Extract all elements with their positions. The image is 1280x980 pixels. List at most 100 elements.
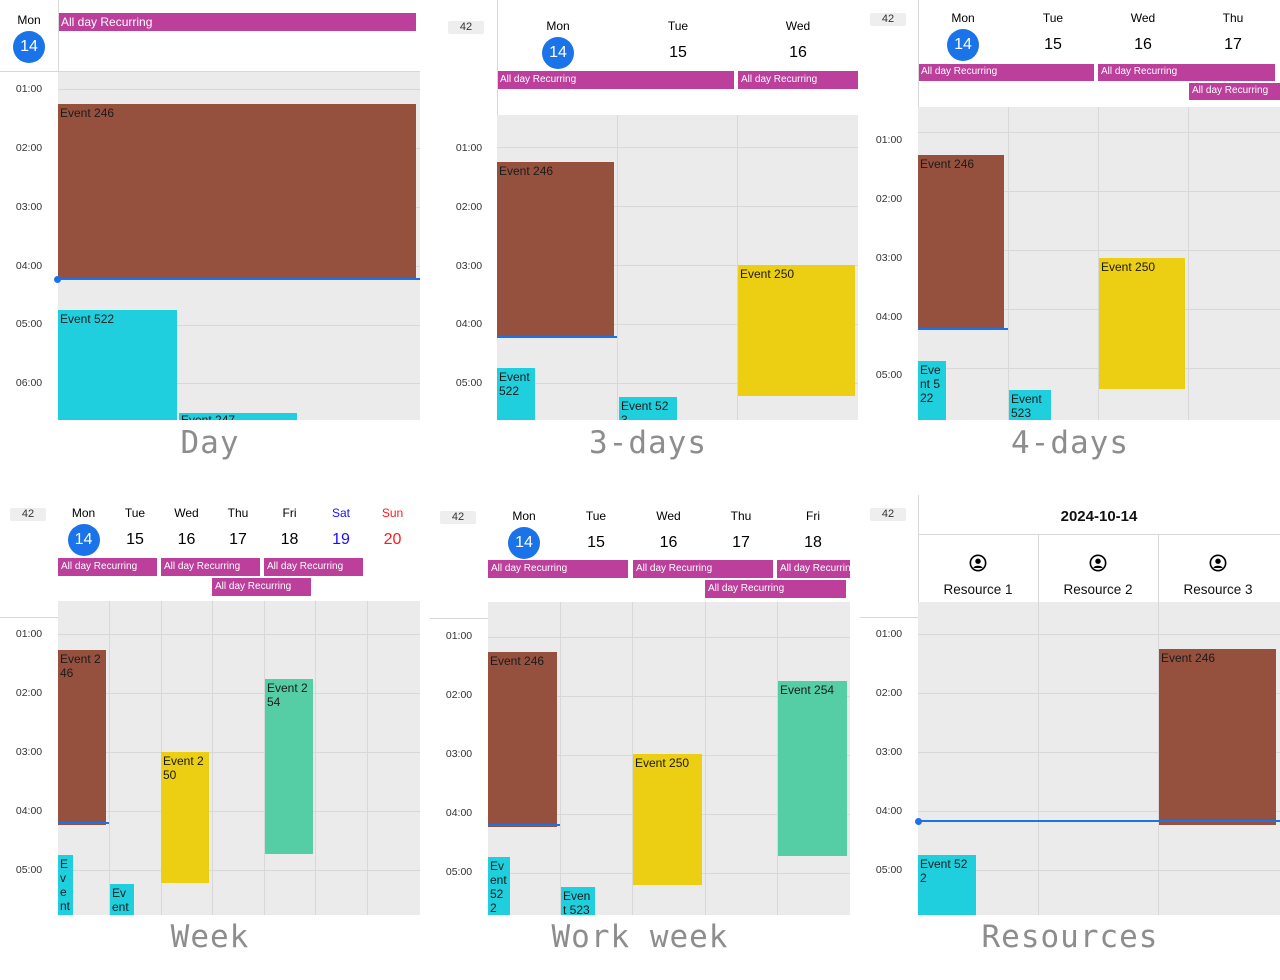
- day-name: Thu: [1222, 11, 1244, 25]
- all-day-event[interactable]: All day Recurring: [633, 560, 773, 578]
- day-name: Tue: [124, 506, 146, 520]
- header-divider: [497, 0, 498, 115]
- day-header-thu[interactable]: Thu 17: [705, 509, 777, 559]
- today-date-badge: 14: [13, 31, 45, 63]
- all-day-event[interactable]: All day Recurring: [738, 71, 858, 89]
- all-day-event[interactable]: All day Recurring: [1189, 83, 1280, 100]
- day-name: Wed: [656, 509, 681, 523]
- day-number: 17: [732, 534, 750, 551]
- day-header-sat[interactable]: Sat 19: [315, 506, 367, 556]
- day-header-tue[interactable]: Tue 15: [618, 19, 738, 69]
- day-header-mon[interactable]: Mon 14: [498, 19, 618, 69]
- all-day-event[interactable]: All day Recurring: [58, 13, 416, 31]
- all-day-event[interactable]: All day Recurring: [212, 578, 311, 596]
- day-header-fri[interactable]: Fri 18: [264, 506, 315, 556]
- day-header-fri[interactable]: Fri 18: [777, 509, 849, 559]
- event-254[interactable]: Event 254: [778, 681, 847, 856]
- day-header-mon[interactable]: Mon 14: [488, 509, 560, 559]
- event-522[interactable]: Event 522: [488, 857, 510, 915]
- time-label: 04:00: [875, 311, 903, 323]
- event-250[interactable]: Event 250: [633, 754, 702, 885]
- current-time-line: [918, 820, 1280, 822]
- time-label: 05:00: [15, 864, 43, 876]
- today-date-badge: 14: [67, 524, 100, 556]
- day-header-wed[interactable]: Wed 16: [161, 506, 212, 556]
- all-day-event[interactable]: All day Recurring: [705, 580, 846, 598]
- day-name: Wed: [785, 19, 811, 33]
- day-header-thu[interactable]: Thu 17: [1188, 11, 1278, 61]
- day-name: Sun: [381, 506, 404, 520]
- event-522[interactable]: Event 522: [918, 361, 946, 420]
- today-date-badge: 14: [542, 37, 574, 69]
- header-divider: [918, 0, 919, 122]
- time-label: 02:00: [455, 201, 483, 213]
- event-246[interactable]: Event 246: [488, 652, 557, 827]
- header-divider: [58, 0, 59, 72]
- day-header-mon[interactable]: Mon 14: [8, 13, 50, 63]
- day-header-thu[interactable]: Thu 17: [212, 506, 264, 556]
- current-time-line: [58, 278, 420, 280]
- event-246[interactable]: Event 246: [58, 650, 106, 825]
- event-246[interactable]: Event 246: [497, 162, 614, 338]
- all-day-event[interactable]: All day Recurring: [264, 558, 363, 576]
- resources-date-header: 2024-10-14: [1060, 508, 1138, 525]
- day-header-mon[interactable]: Mon 14: [918, 11, 1008, 61]
- time-label: 01:00: [15, 628, 43, 640]
- caption-day: Day: [180, 425, 240, 461]
- event-522[interactable]: Event 522: [918, 855, 976, 915]
- day-header-wed[interactable]: Wed 16: [1098, 11, 1188, 61]
- header-border: [918, 534, 1280, 535]
- event-250[interactable]: Event 250: [1099, 258, 1185, 389]
- all-day-event[interactable]: All day Recurring: [488, 560, 628, 578]
- time-grid[interactable]: [58, 601, 420, 915]
- event-522[interactable]: Event 522: [497, 368, 535, 420]
- day-name: Thu: [730, 509, 752, 523]
- event-523[interactable]: Event 523: [561, 887, 595, 915]
- day-header-mon[interactable]: Mon 14: [58, 506, 109, 556]
- work-week-view: 42 Mon 14 Tue 15 Wed 16 Thu 17 Fri 18 Al…: [430, 495, 850, 915]
- day-number: 15: [126, 531, 144, 548]
- event-523[interactable]: Event 523: [1009, 390, 1051, 420]
- week-number-badge: 42: [10, 508, 46, 521]
- today-date-badge: 14: [947, 29, 979, 61]
- all-day-event[interactable]: All day Recurring: [918, 64, 1094, 81]
- day-header-sun[interactable]: Sun 20: [367, 506, 418, 556]
- day-number: 15: [587, 534, 605, 551]
- day-header-wed[interactable]: Wed 16: [738, 19, 858, 69]
- event-246[interactable]: Event 246: [1159, 649, 1276, 825]
- day-name: Tue: [1042, 11, 1064, 25]
- day-name: Mon: [951, 11, 975, 25]
- caption-resources: Resources: [981, 919, 1159, 955]
- event-522[interactable]: Event 522: [58, 855, 73, 915]
- time-label: 02:00: [15, 142, 43, 154]
- day-header-tue[interactable]: Tue 15: [109, 506, 161, 556]
- event-522[interactable]: Event 522: [58, 310, 177, 420]
- resource-column-1[interactable]: Resource 1: [918, 554, 1038, 597]
- event-250[interactable]: Event 250: [161, 752, 209, 883]
- current-time-line: [488, 824, 560, 826]
- event-250[interactable]: Event 250: [738, 265, 855, 396]
- day-header-wed[interactable]: Wed 16: [632, 509, 705, 559]
- event-523[interactable]: Event 523: [110, 884, 134, 915]
- person-circle-icon: [969, 554, 987, 572]
- all-day-event[interactable]: All day Recurring: [58, 558, 157, 576]
- resource-column-2[interactable]: Resource 2: [1038, 554, 1158, 597]
- all-day-event[interactable]: All day Recurring: [777, 560, 850, 578]
- all-day-event[interactable]: All day Recurring: [1098, 64, 1275, 81]
- time-label: 05:00: [15, 318, 43, 330]
- event-246[interactable]: Event 246: [58, 104, 416, 280]
- time-label: 04:00: [875, 805, 903, 817]
- all-day-event[interactable]: All day Recurring: [497, 71, 734, 89]
- resource-column-3[interactable]: Resource 3: [1158, 554, 1278, 597]
- time-label: 01:00: [15, 83, 43, 95]
- four-days-view: 42 Mon 14 Tue 15 Wed 16 Thu 17 All day R…: [860, 0, 1280, 420]
- day-number: 18: [804, 534, 822, 551]
- day-name: Sat: [331, 506, 350, 520]
- day-header-tue[interactable]: Tue 15: [560, 509, 632, 559]
- event-254[interactable]: Event 254: [265, 679, 313, 854]
- current-time-dot: [915, 818, 922, 825]
- day-header-tue[interactable]: Tue 15: [1008, 11, 1098, 61]
- all-day-event[interactable]: All day Recurring: [161, 558, 260, 576]
- event-523[interactable]: Event 523: [619, 397, 677, 420]
- event-246[interactable]: Event 246: [918, 155, 1004, 330]
